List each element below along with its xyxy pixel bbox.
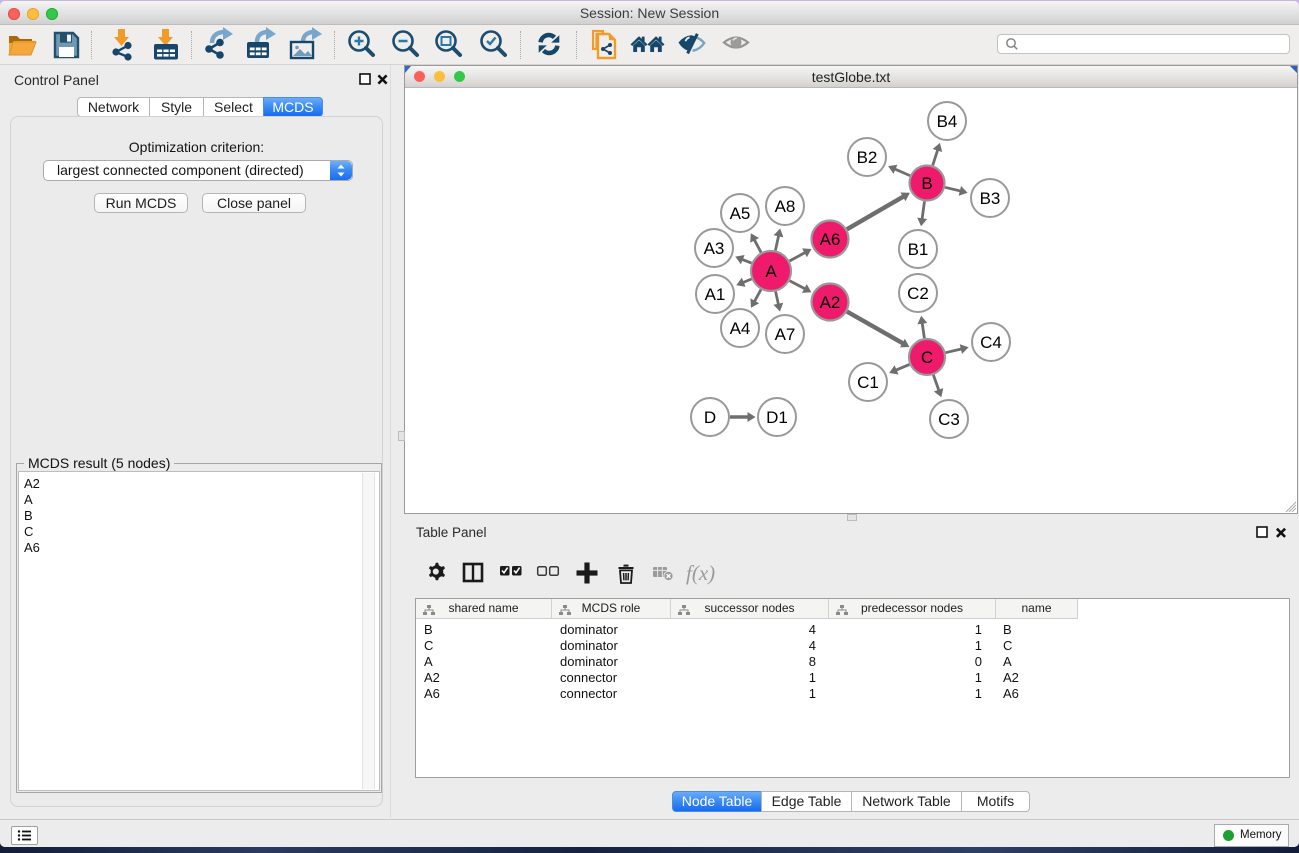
svg-text:A: A	[765, 262, 777, 281]
svg-text:A5: A5	[730, 204, 751, 223]
svg-text:C2: C2	[907, 284, 929, 303]
svg-text:C: C	[921, 348, 933, 367]
svg-text:B2: B2	[857, 148, 878, 167]
svg-text:D: D	[704, 408, 716, 427]
svg-text:C3: C3	[938, 410, 960, 429]
svg-text:A1: A1	[705, 285, 726, 304]
svg-text:B4: B4	[937, 112, 958, 131]
svg-text:A4: A4	[730, 319, 751, 338]
svg-text:C1: C1	[857, 373, 879, 392]
svg-text:A7: A7	[775, 325, 796, 344]
svg-text:B: B	[921, 174, 932, 193]
svg-text:D1: D1	[766, 408, 788, 427]
svg-text:B1: B1	[908, 240, 929, 259]
svg-text:A3: A3	[704, 239, 725, 258]
svg-text:C4: C4	[980, 333, 1002, 352]
svg-text:A8: A8	[775, 197, 796, 216]
svg-text:A6: A6	[820, 230, 841, 249]
svg-text:B3: B3	[980, 189, 1001, 208]
svg-text:A2: A2	[820, 293, 841, 312]
